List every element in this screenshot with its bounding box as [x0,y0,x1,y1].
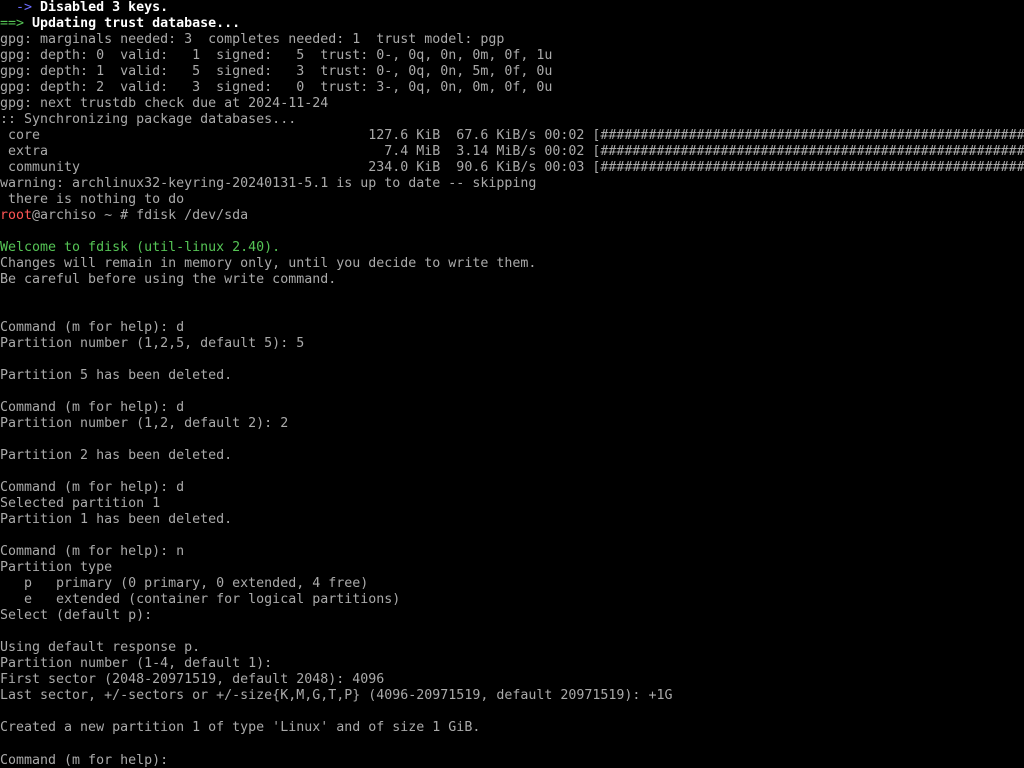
terminal-text: :: Synchronizing package databases... [0,112,297,127]
terminal-line: -> Disabled 3 keys. [0,0,1024,16]
terminal-text: Partition number (1-4, default 1): [0,656,273,671]
terminal-line: Using default response p. [0,640,1024,656]
terminal-line: Last sector, +/-sectors or +/-size{K,M,G… [0,688,1024,704]
terminal-text: gpg: depth: 0 valid: 1 signed: 5 trust: … [0,48,553,63]
terminal-line: First sector (2048-20971519, default 204… [0,672,1024,688]
terminal-line: Selected partition 1 [0,496,1024,512]
terminal-line: community 234.0 KiB 90.6 KiB/s 00:03 [##… [0,160,1024,176]
terminal-text: Select (default p): [0,608,153,623]
terminal-text: gpg: next trustdb check due at 2024-11-2… [0,96,329,111]
terminal-line: gpg: depth: 0 valid: 1 signed: 5 trust: … [0,48,1024,64]
terminal-text: Partition 5 has been deleted. [0,368,233,383]
terminal-line: Partition number (1-4, default 1): [0,656,1024,672]
terminal-text: @archiso ~ # fdisk /dev/sda [32,208,249,223]
terminal-text: Partition number (1,2,5, default 5): 5 [0,336,305,351]
terminal-line: gpg: depth: 2 valid: 3 signed: 0 trust: … [0,80,1024,96]
terminal-line: Be careful before using the write comman… [0,272,1024,288]
terminal-line: Partition number (1,2, default 2): 2 [0,416,1024,432]
terminal-line: Partition type [0,560,1024,576]
text-cursor[interactable] [176,752,184,766]
terminal-line: core 127.6 KiB 67.6 KiB/s 00:02 [#######… [0,128,1024,144]
terminal-text: Command (m for help): n [0,544,185,559]
terminal-text: Command (m for help): d [0,320,185,335]
terminal-text: root [0,208,33,223]
terminal-line: p primary (0 primary, 0 extended, 4 free… [0,576,1024,592]
terminal-text: community 234.0 KiB 90.6 KiB/s 00:03 [##… [0,160,1024,175]
terminal-text: Partition 1 has been deleted. [0,512,233,527]
terminal-text: Changes will remain in memory only, unti… [0,256,537,271]
terminal-text: warning: archlinux32-keyring-20240131-5.… [0,176,537,191]
terminal-line: Partition 2 has been deleted. [0,448,1024,464]
terminal-text: Welcome to fdisk (util-linux 2.40). [0,240,281,255]
terminal-line: root@archiso ~ # fdisk /dev/sda [0,208,1024,224]
terminal-line: Partition number (1,2,5, default 5): 5 [0,336,1024,352]
terminal-line: Select (default p): [0,608,1024,624]
terminal-text: core 127.6 KiB 67.6 KiB/s 00:02 [#######… [0,128,1024,143]
terminal-screen[interactable]: -> Disabled 3 keys. ==> Updating trust da… [0,0,1024,768]
terminal-text: Be careful before using the write comman… [0,272,337,287]
terminal-line: warning: archlinux32-keyring-20240131-5.… [0,176,1024,192]
terminal-line: Command (m for help): n [0,544,1024,560]
terminal-line: e extended (container for logical partit… [0,592,1024,608]
terminal-text: Command (m for help): d [0,400,185,415]
terminal-text: Updating trust database... [32,16,241,31]
terminal-text: extra 7.4 MiB 3.14 MiB/s 00:02 [########… [0,144,1024,159]
terminal-text: Command (m for help): d [0,480,185,495]
terminal-line: ==> Updating trust database... [0,16,1024,32]
terminal-text: p primary (0 primary, 0 extended, 4 free… [0,576,369,591]
terminal-text: -> [0,0,41,15]
terminal-line: there is nothing to do [0,192,1024,208]
terminal-text: e extended (container for logical partit… [0,592,401,607]
terminal-text: Command (m for help): [0,753,177,768]
terminal-line: gpg: marginals needed: 3 completes neede… [0,32,1024,48]
terminal-text: Created a new partition 1 of type 'Linux… [0,720,481,735]
terminal-text: Last sector, +/-sectors or +/-size{K,M,G… [0,688,673,703]
terminal-line: Partition 1 has been deleted. [0,512,1024,528]
terminal-text: ==> [0,16,33,31]
terminal-line: Partition 5 has been deleted. [0,368,1024,384]
terminal-line: :: Synchronizing package databases... [0,112,1024,128]
terminal-prompt-line: Command (m for help): [0,752,1024,768]
terminal-text: gpg: depth: 1 valid: 5 signed: 3 trust: … [0,64,553,79]
terminal-text: First sector (2048-20971519, default 204… [0,672,385,687]
terminal-text: there is nothing to do [0,192,185,207]
terminal-line: Command (m for help): d [0,400,1024,416]
terminal-text: Partition type [0,560,113,575]
terminal-text: Selected partition 1 [0,496,161,511]
terminal-text: gpg: marginals needed: 3 completes neede… [0,32,505,47]
terminal-line: Changes will remain in memory only, unti… [0,256,1024,272]
terminal-line: Command (m for help): d [0,320,1024,336]
terminal-line: Command (m for help): d [0,480,1024,496]
terminal-text: Partition 2 has been deleted. [0,448,233,463]
terminal-line: gpg: depth: 1 valid: 5 signed: 3 trust: … [0,64,1024,80]
terminal-text: gpg: depth: 2 valid: 3 signed: 0 trust: … [0,80,553,95]
terminal-text: Partition number (1,2, default 2): 2 [0,416,289,431]
terminal-line: gpg: next trustdb check due at 2024-11-2… [0,96,1024,112]
terminal-line: Created a new partition 1 of type 'Linux… [0,720,1024,736]
terminal-line: Welcome to fdisk (util-linux 2.40). [0,240,1024,256]
terminal-line: extra 7.4 MiB 3.14 MiB/s 00:02 [########… [0,144,1024,160]
terminal-text: Using default response p. [0,640,201,655]
terminal-text: Disabled 3 keys. [40,0,169,15]
